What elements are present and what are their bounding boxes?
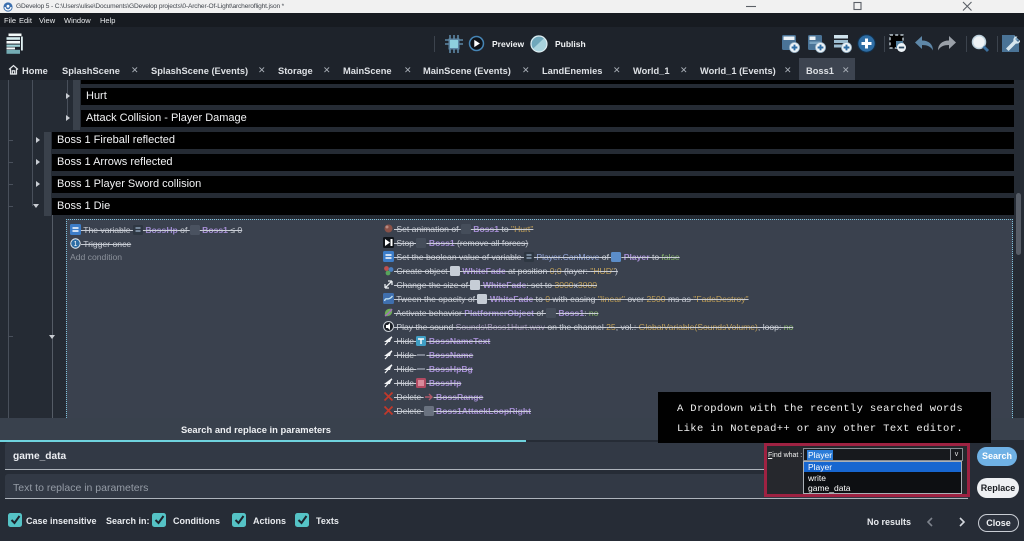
svg-text:1: 1 xyxy=(74,241,78,248)
